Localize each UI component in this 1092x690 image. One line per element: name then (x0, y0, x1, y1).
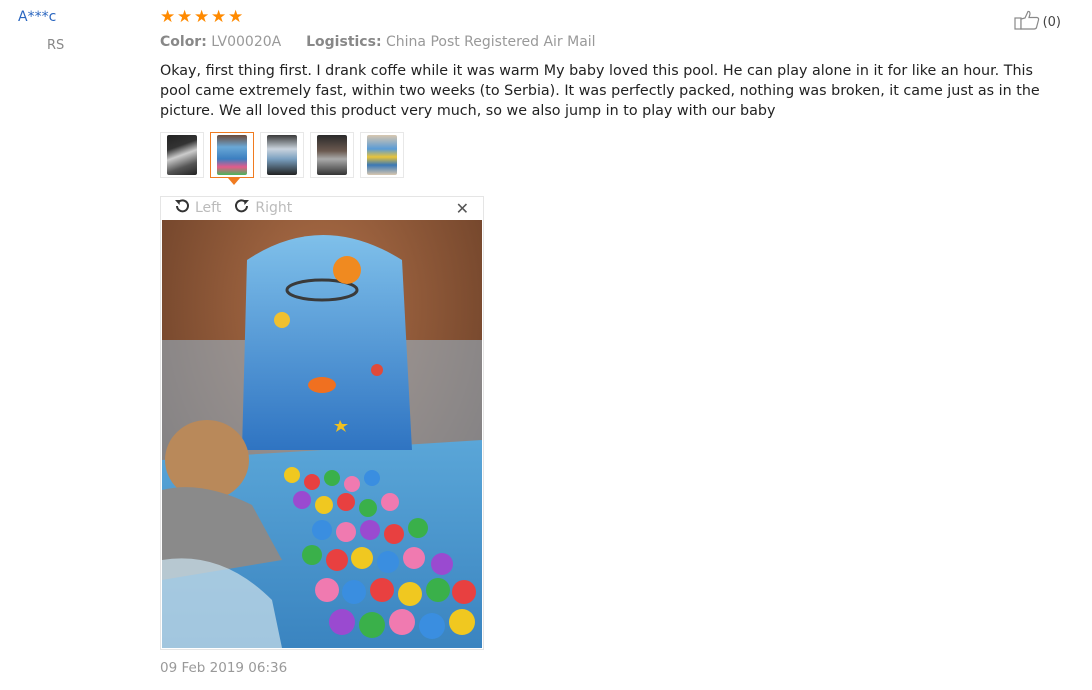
reviewer-country: RS (47, 38, 65, 53)
review-date: 09 Feb 2019 06:36 (160, 660, 288, 676)
rotate-right-icon (233, 197, 251, 219)
review-text: Okay, first thing first. I drank coffe w… (160, 63, 1040, 119)
thumbs-up-icon (1013, 10, 1040, 34)
star-rating: ★ ★ ★ ★ ★ (160, 9, 244, 27)
reviewer-name: A***c (18, 9, 57, 25)
star-icon: ★ (211, 7, 227, 27)
rotate-left-button[interactable]: Left (173, 197, 221, 219)
rotate-left-label: Left (195, 200, 222, 216)
thumbnail-3[interactable] (260, 132, 304, 178)
color-value: LV00020A (211, 34, 282, 50)
color-label: Color: (160, 34, 207, 50)
logistics-value: China Post Registered Air Mail (386, 34, 596, 50)
thumbnail-1[interactable] (160, 132, 204, 178)
star-icon: ★ (160, 7, 176, 27)
star-icon: ★ (194, 7, 210, 27)
rotate-right-label: Right (255, 200, 293, 216)
star-icon: ★ (177, 7, 193, 27)
helpful-count: (0) (1042, 14, 1061, 30)
thumbnail-2[interactable] (210, 132, 254, 185)
review-meta: Color: LV00020A Logistics: China Post Re… (160, 34, 596, 50)
rotate-left-icon (173, 197, 191, 219)
close-icon[interactable]: ✕ (456, 199, 469, 218)
helpful-button[interactable]: (0) (1013, 10, 1061, 34)
thumbnail-5[interactable] (360, 132, 404, 178)
viewer-toolbar: Left Right ✕ (161, 197, 483, 219)
image-viewer: Left Right ✕ (160, 196, 484, 650)
thumbnail-strip (160, 132, 404, 185)
rotate-right-button[interactable]: Right (233, 197, 292, 219)
logistics-label: Logistics: (306, 34, 382, 50)
review-photo (162, 220, 482, 648)
thumbnail-4[interactable] (310, 132, 354, 178)
star-icon: ★ (228, 7, 244, 27)
